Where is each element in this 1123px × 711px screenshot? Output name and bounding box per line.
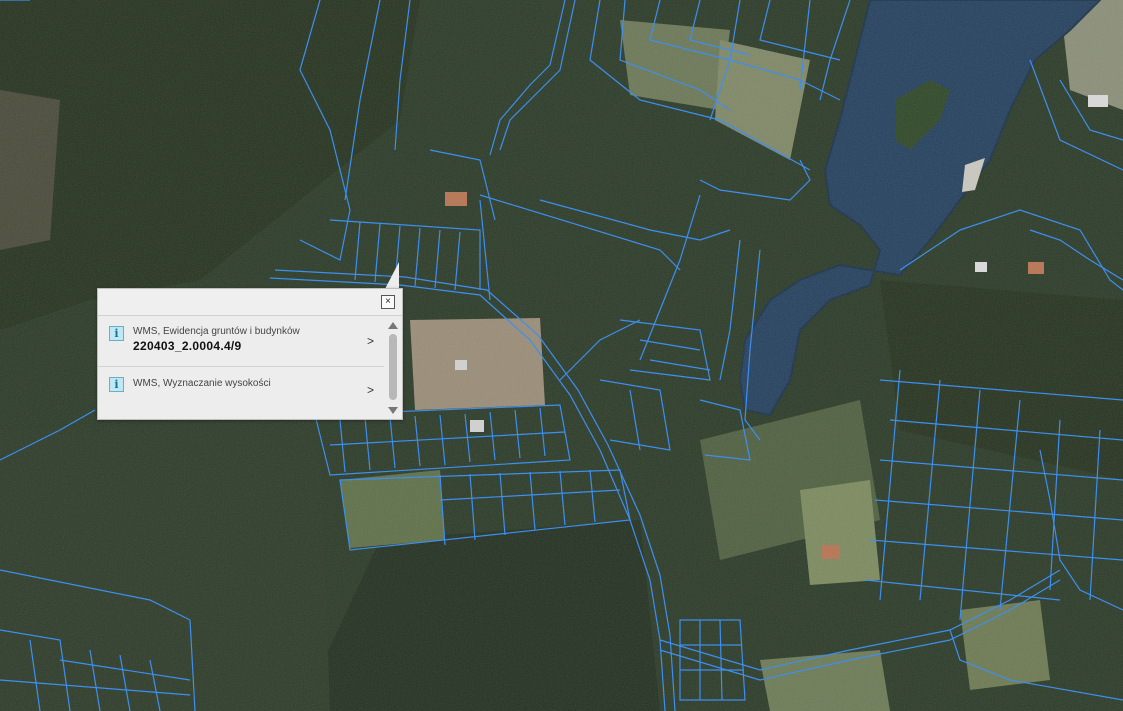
scroll-up-arrow-icon[interactable] [388, 322, 398, 329]
popup-pointer [385, 262, 399, 289]
feature-info-popup: × i WMS, Ewidencja gruntów i budynków 22… [97, 288, 403, 420]
popup-scrollbar[interactable] [387, 320, 399, 416]
scroll-thumb[interactable] [389, 334, 397, 400]
layer-title: WMS, Wyznaczanie wysokości [133, 378, 271, 389]
popup-header: × [98, 289, 402, 316]
scroll-down-arrow-icon[interactable] [388, 407, 398, 414]
close-button[interactable]: × [381, 295, 395, 309]
list-item-wysokosci[interactable]: i WMS, Wyznaczanie wysokości > [98, 367, 384, 417]
layer-result-list: i WMS, Ewidencja gruntów i budynków 2204… [98, 316, 384, 419]
list-item-ewidencja[interactable]: i WMS, Ewidencja gruntów i budynków 2204… [98, 316, 384, 367]
info-icon: i [109, 326, 124, 341]
parcel-id: 220403_2.0004.4/9 [133, 339, 242, 353]
layer-title: WMS, Ewidencja gruntów i budynków [133, 326, 300, 337]
chevron-right-icon[interactable]: > [367, 383, 374, 397]
info-icon: i [109, 377, 124, 392]
close-icon: × [385, 296, 391, 307]
chevron-right-icon[interactable]: > [367, 334, 374, 348]
